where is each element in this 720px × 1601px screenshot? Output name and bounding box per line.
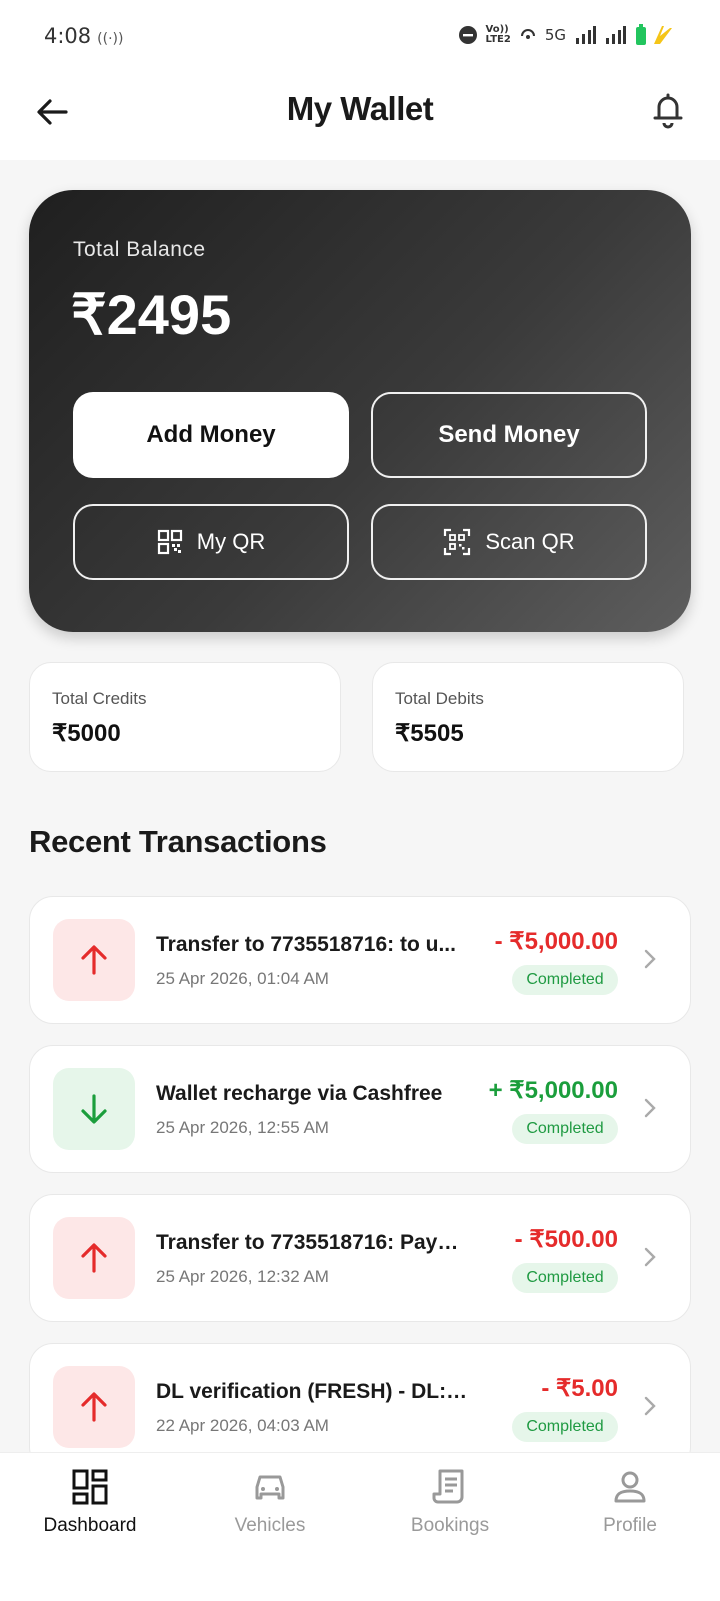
- total-balance-value: ₹2495: [71, 283, 232, 346]
- status-badge: Completed: [512, 965, 618, 995]
- status-badge: Completed: [512, 1263, 618, 1293]
- qr-scan-icon: [444, 528, 471, 556]
- transaction-card[interactable]: DL verification (FRESH) - DL: KA... 22 A…: [29, 1343, 691, 1452]
- transaction-title: DL verification (FRESH) - DL: KA...: [156, 1380, 470, 1403]
- arrow-up-icon: [81, 1392, 107, 1422]
- transaction-title: Transfer to 7735518716: Payme...: [156, 1231, 470, 1254]
- total-credits-label: Total Credits: [52, 689, 147, 708]
- bottom-navigation: Dashboard Vehicles Bookings Profile: [0, 1452, 720, 1601]
- transaction-list: Transfer to 7735518716: to u... 25 Apr 2…: [29, 896, 691, 1452]
- chevron-right-icon: [644, 1396, 656, 1416]
- balance-card: Total Balance ₹2495 Add Money Send Money…: [29, 190, 691, 632]
- transaction-title: Wallet recharge via Cashfree: [156, 1082, 443, 1105]
- transaction-amount: - ₹5,000.00: [494, 928, 618, 955]
- status-badge: Completed: [512, 1114, 618, 1144]
- transaction-title: Transfer to 7735518716: to u...: [156, 933, 456, 956]
- chevron-right-icon: [644, 949, 656, 969]
- qr-code-icon: [157, 529, 182, 555]
- total-debits-card: Total Debits ₹5505: [372, 662, 684, 772]
- add-money-button[interactable]: Add Money: [73, 392, 349, 478]
- signal-icon-2: [606, 26, 626, 44]
- transaction-amount: + ₹5,000.00: [488, 1077, 618, 1104]
- transaction-amount: - ₹500.00: [514, 1226, 618, 1253]
- status-icons: Vo)) LTE2 5G: [458, 24, 675, 46]
- signal-icon-1: [576, 26, 596, 44]
- total-balance-label: Total Balance: [73, 238, 206, 261]
- chevron-right-icon: [644, 1247, 656, 1267]
- status-time: 4:08 ((·)): [44, 24, 123, 48]
- total-debits-value: ₹5505: [395, 720, 464, 747]
- total-credits-value: ₹5000: [52, 720, 121, 747]
- arrow-down-icon: [81, 1094, 107, 1124]
- receipt-icon: [432, 1469, 464, 1504]
- nav-label: Bookings: [410, 1515, 490, 1536]
- network-type: 5G: [544, 26, 566, 44]
- add-money-label: Add Money: [146, 421, 276, 448]
- page-title: My Wallet: [286, 90, 434, 127]
- nav-item-bookings[interactable]: Bookings: [360, 1467, 540, 1557]
- nav-label: Profile: [603, 1515, 657, 1536]
- chevron-right-icon: [644, 1098, 656, 1118]
- app-bar: My Wallet: [0, 76, 720, 160]
- arrow-up-icon: [81, 945, 107, 975]
- my-qr-label: My QR: [196, 529, 266, 554]
- transaction-date: 25 Apr 2026, 01:04 AM: [156, 969, 329, 988]
- dashboard-icon: [72, 1469, 108, 1505]
- person-icon: [614, 1471, 646, 1503]
- my-qr-button[interactable]: My QR: [73, 504, 349, 580]
- dnd-icon: [458, 26, 477, 44]
- nav-item-profile[interactable]: Profile: [540, 1467, 720, 1557]
- nav-label: Dashboard: [43, 1515, 137, 1536]
- transaction-card[interactable]: Transfer to 7735518716: to u... 25 Apr 2…: [29, 896, 691, 1024]
- transaction-card[interactable]: Transfer to 7735518716: Payme... 25 Apr …: [29, 1194, 691, 1322]
- recent-transactions-heading: Recent Transactions: [29, 824, 327, 859]
- car-icon: [255, 1475, 285, 1500]
- wifi-calling-icon: [520, 29, 535, 39]
- status-time-text: 4:08: [44, 24, 92, 48]
- nav-label: Vehicles: [234, 1515, 306, 1536]
- total-credits-card: Total Credits ₹5000: [29, 662, 341, 772]
- transaction-date: 25 Apr 2026, 12:32 AM: [156, 1267, 329, 1286]
- total-debits-label: Total Debits: [395, 689, 484, 708]
- transaction-amount: - ₹5.00: [541, 1375, 618, 1402]
- status-bar: 4:08 ((·)) Vo)) LTE2 5G: [0, 0, 720, 76]
- send-money-button[interactable]: Send Money: [371, 392, 647, 478]
- nav-item-vehicles[interactable]: Vehicles: [180, 1467, 360, 1557]
- notification-bell-icon[interactable]: [646, 88, 690, 132]
- transaction-card[interactable]: Wallet recharge via Cashfree 25 Apr 2026…: [29, 1045, 691, 1173]
- scan-qr-label: Scan QR: [485, 529, 575, 554]
- battery-icon: [636, 24, 672, 45]
- debit-icon-box: [53, 1217, 135, 1299]
- status-badge: Completed: [512, 1412, 618, 1442]
- debit-icon-box: [53, 919, 135, 1001]
- send-money-label: Send Money: [438, 421, 580, 448]
- credit-icon-box: [53, 1068, 135, 1150]
- transaction-date: 22 Apr 2026, 04:03 AM: [156, 1416, 329, 1435]
- transaction-date: 25 Apr 2026, 12:55 AM: [156, 1118, 329, 1137]
- arrow-up-icon: [81, 1243, 107, 1273]
- debit-icon-box: [53, 1366, 135, 1448]
- scan-qr-button[interactable]: Scan QR: [371, 504, 647, 580]
- nav-item-dashboard[interactable]: Dashboard: [0, 1467, 180, 1557]
- hotspot-icon: ((·)): [97, 31, 124, 47]
- volte-icon: Vo)) LTE2: [485, 24, 511, 45]
